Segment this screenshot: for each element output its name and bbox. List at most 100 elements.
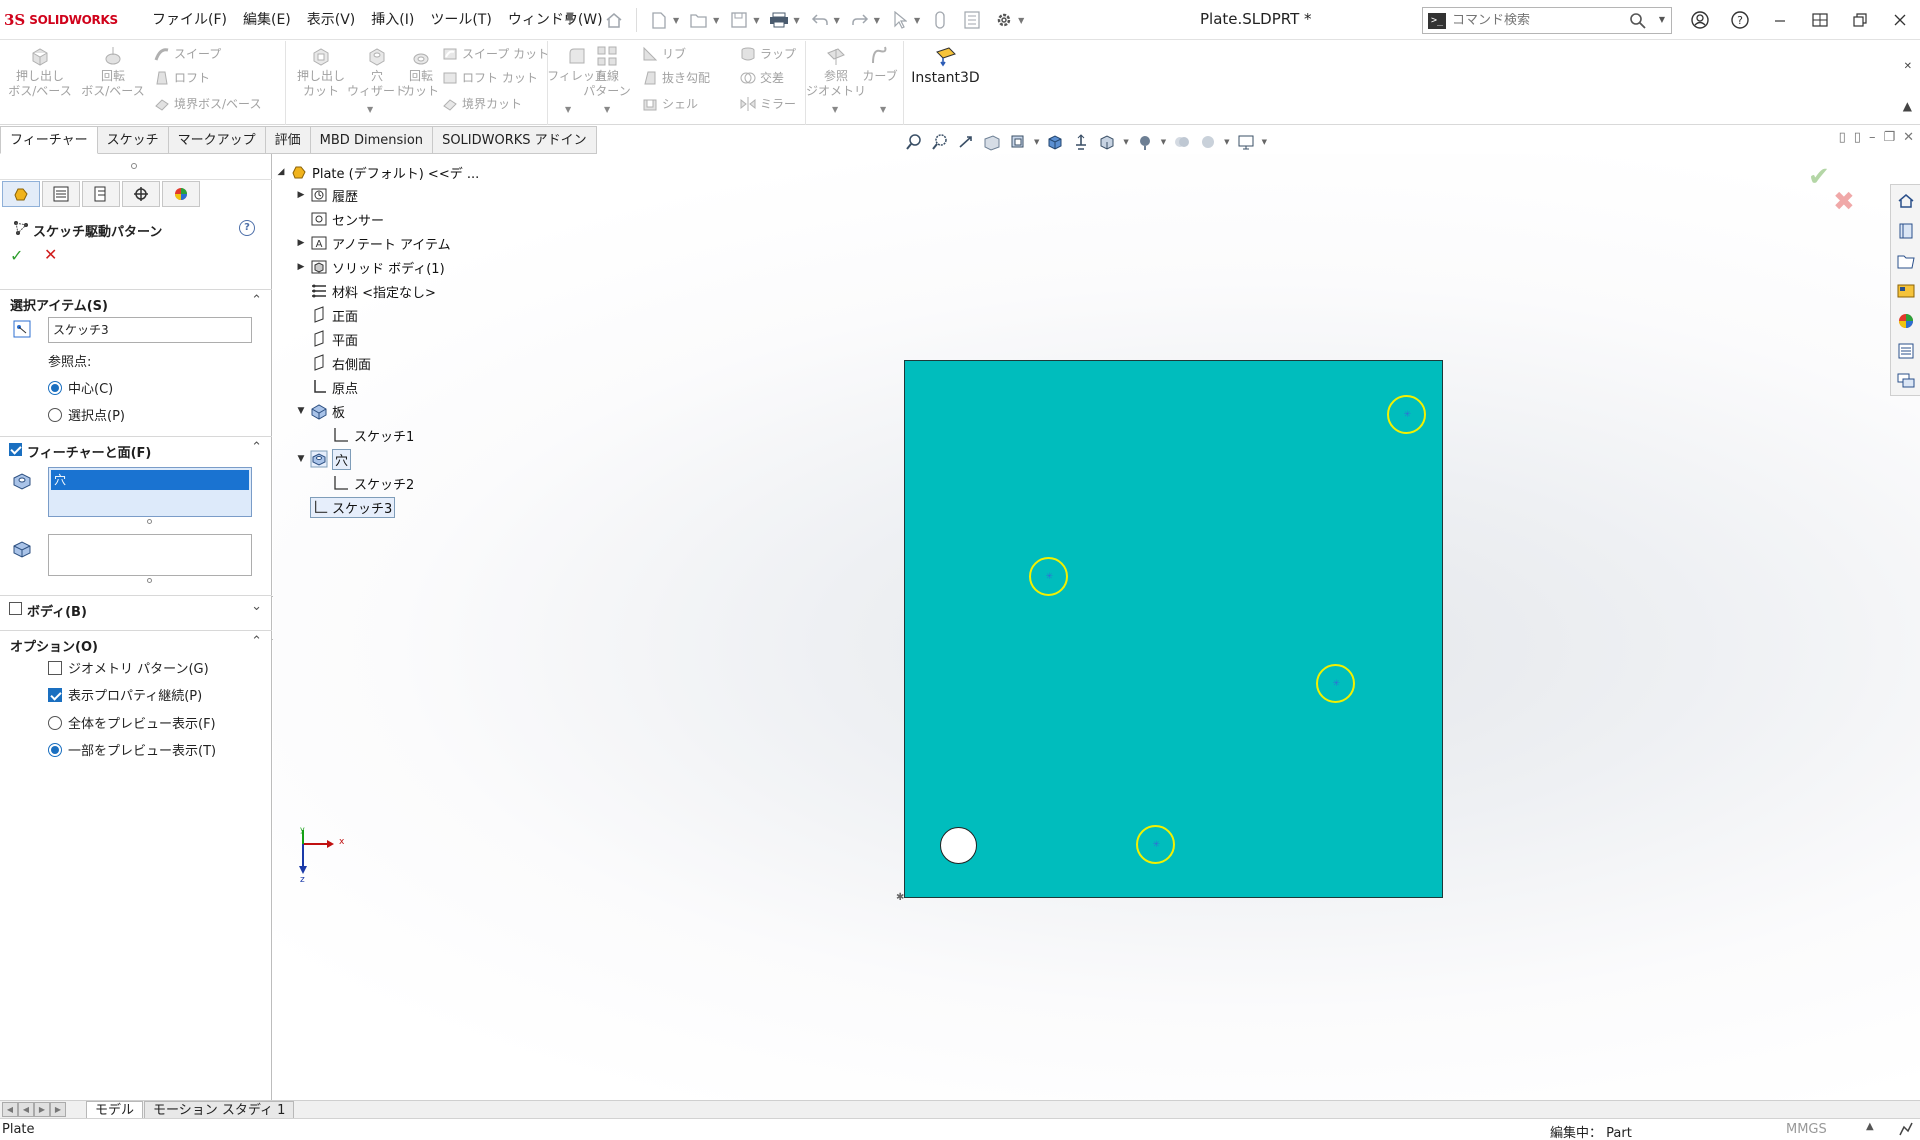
reference-sketch-field[interactable]: スケッチ3 bbox=[48, 317, 252, 343]
edit-appearance-icon[interactable] bbox=[1095, 131, 1119, 153]
solidworks-resources-icon[interactable] bbox=[1892, 187, 1920, 215]
save-icon[interactable] bbox=[725, 8, 753, 32]
faces-to-pattern-list[interactable] bbox=[48, 534, 252, 576]
chevron-down-icon[interactable]: ▼ bbox=[914, 16, 920, 25]
tab-sketch[interactable]: スケッチ bbox=[97, 126, 169, 154]
tree-item-origin[interactable]: 原点 bbox=[296, 377, 358, 397]
collapse-arrow-icon[interactable]: ▼ bbox=[296, 454, 306, 464]
radio-selected-point[interactable]: 選択点(P) bbox=[48, 405, 125, 424]
first-tab-icon[interactable]: ◀ bbox=[2, 1102, 18, 1117]
help-icon[interactable]: ? bbox=[239, 220, 255, 236]
tab-features[interactable]: フィーチャー bbox=[0, 126, 98, 154]
redo-icon[interactable] bbox=[846, 8, 874, 32]
ok-button[interactable]: ✓ bbox=[10, 246, 23, 265]
chevron-up-icon[interactable]: ✕ bbox=[1904, 61, 1912, 72]
section-bodies-header[interactable]: ボディ(B) ⌄ bbox=[0, 595, 272, 620]
tree-item-top-plane[interactable]: 平面 bbox=[296, 329, 358, 349]
chevron-down-icon[interactable]: ▼ bbox=[1034, 138, 1039, 146]
mirror-button[interactable]: ミラー bbox=[740, 93, 796, 115]
collapse-arrow-icon[interactable]: ◢ bbox=[276, 167, 286, 177]
section-view-icon[interactable] bbox=[980, 131, 1004, 153]
checkbox[interactable] bbox=[48, 660, 62, 675]
command-search-box[interactable]: >_ ▼ bbox=[1422, 7, 1672, 34]
zoom-to-area-icon[interactable] bbox=[928, 131, 952, 153]
chevron-down-icon[interactable]: ▼ bbox=[793, 16, 799, 25]
tree-item-history[interactable]: ▶ 履歴 bbox=[296, 185, 358, 205]
radio-button[interactable] bbox=[48, 715, 62, 730]
menu-tools[interactable]: ツール(T) bbox=[422, 0, 499, 40]
splitter-grip[interactable] bbox=[131, 163, 137, 169]
reference-geometry-button[interactable]: 参照 ジオメトリ bbox=[806, 45, 866, 99]
display-style-icon[interactable] bbox=[1043, 131, 1067, 153]
collapse-arrow-icon[interactable]: ▼ bbox=[296, 406, 306, 416]
expand-arrow-icon[interactable]: ▶ bbox=[296, 190, 306, 200]
chevron-down-icon[interactable]: ▼ bbox=[367, 105, 373, 114]
tree-item-solid-bodies[interactable]: ▶ ソリッド ボディ(1) bbox=[296, 257, 445, 277]
tree-item-sketch2[interactable]: スケッチ2 bbox=[318, 473, 414, 493]
pattern-preview-hole[interactable]: ✳ bbox=[1136, 825, 1175, 864]
file-explorer-icon[interactable] bbox=[1892, 247, 1920, 275]
select-cursor-icon[interactable] bbox=[886, 8, 914, 32]
features-to-pattern-list[interactable]: 穴 bbox=[48, 467, 252, 517]
section-selections-header[interactable]: 選択アイテム(S) ⌃ bbox=[0, 289, 272, 314]
geometry-pattern-option[interactable]: ジオメトリ パターン(G) bbox=[48, 658, 209, 677]
help-icon[interactable]: ? bbox=[1720, 0, 1760, 40]
collapse-ribbon-icon[interactable]: ▲ bbox=[1903, 99, 1912, 113]
new-document-icon[interactable] bbox=[645, 8, 673, 32]
tab-configuration-manager[interactable] bbox=[82, 181, 120, 207]
search-icon[interactable] bbox=[1629, 12, 1647, 30]
chevron-down-icon[interactable]: ▼ bbox=[1161, 138, 1166, 146]
list-item-hole[interactable]: 穴 bbox=[51, 470, 249, 490]
tab-model[interactable]: モデル bbox=[86, 1101, 144, 1119]
tree-item-sketch1[interactable]: スケッチ1 bbox=[318, 425, 414, 445]
chevron-down-icon[interactable]: ▼ bbox=[1018, 16, 1024, 25]
tree-item-annotations[interactable]: ▶ A アノテート アイテム bbox=[296, 233, 451, 253]
restore-icon[interactable]: ❐ bbox=[1883, 130, 1895, 145]
view-orientation-icon[interactable] bbox=[1006, 131, 1030, 153]
appearances-icon[interactable] bbox=[1892, 307, 1920, 335]
propagate-visual-option[interactable]: 表示プロパティ継続(P) bbox=[48, 685, 202, 704]
account-icon[interactable] bbox=[1680, 0, 1720, 40]
chevron-down-icon[interactable]: ▼ bbox=[874, 16, 880, 25]
intersect-button[interactable]: 交差 bbox=[740, 67, 784, 89]
menu-insert[interactable]: 挿入(I) bbox=[363, 0, 422, 40]
tab-display-manager[interactable] bbox=[162, 181, 200, 207]
bodies-checkbox[interactable] bbox=[9, 602, 22, 615]
tile-windows-icon[interactable] bbox=[1800, 0, 1840, 40]
revolve-boss-button[interactable]: 回転 ボス/ベース bbox=[78, 45, 148, 99]
chevron-down-icon[interactable]: ▼ bbox=[880, 105, 886, 114]
chevron-down-icon[interactable]: ⌄ bbox=[251, 599, 262, 614]
revolve-cut-button[interactable]: 回転 カット bbox=[396, 45, 446, 99]
full-preview-option[interactable]: 全体をプレビュー表示(F) bbox=[48, 713, 216, 732]
plate-model[interactable]: ✳ ✳ ✳ ✳ bbox=[904, 360, 1443, 898]
menu-view[interactable]: 表示(V) bbox=[299, 0, 364, 40]
file-properties-icon[interactable] bbox=[958, 8, 986, 32]
minimize-icon[interactable] bbox=[1760, 0, 1800, 40]
tree-root[interactable]: ◢ Plate (デフォルト) <<デ ... bbox=[276, 162, 479, 182]
tab-feature-manager[interactable] bbox=[2, 181, 40, 207]
sweep-cut-button[interactable]: スイープ カット bbox=[442, 43, 549, 65]
radio-centroid[interactable]: 中心(C) bbox=[48, 378, 113, 397]
partial-preview-option[interactable]: 一部をプレビュー表示(T) bbox=[48, 740, 216, 759]
extrude-boss-button[interactable]: 押し出し ボス/ベース bbox=[5, 45, 75, 99]
chevron-up-icon[interactable]: ▲ bbox=[1866, 1121, 1874, 1132]
search-input[interactable] bbox=[1452, 13, 1622, 28]
section-options-header[interactable]: オプション(O) ⌃ bbox=[0, 630, 272, 655]
status-units[interactable]: MMGS bbox=[1786, 1122, 1827, 1137]
next-tab-icon[interactable]: ▶ bbox=[34, 1102, 50, 1117]
draft-button[interactable]: 抜き勾配 bbox=[642, 67, 710, 89]
chevron-down-icon[interactable]: ▼ bbox=[565, 105, 571, 114]
previous-view-icon[interactable] bbox=[954, 131, 978, 153]
gear-icon[interactable] bbox=[990, 8, 1018, 32]
chevron-down-icon[interactable]: ▼ bbox=[834, 16, 840, 25]
menu-edit[interactable]: 編集(E) bbox=[235, 0, 299, 40]
pin-menu-icon[interactable] bbox=[563, 12, 579, 28]
tab-dimxpert-manager[interactable] bbox=[122, 181, 160, 207]
tree-item-sketch3[interactable]: スケッチ3 bbox=[296, 496, 396, 518]
forum-icon[interactable] bbox=[1892, 367, 1920, 395]
chevron-down-icon[interactable]: ▼ bbox=[713, 16, 719, 25]
chevron-down-icon[interactable]: ▼ bbox=[604, 105, 610, 114]
monitor-icon[interactable] bbox=[1234, 131, 1258, 153]
close-icon[interactable]: ✕ bbox=[1903, 130, 1914, 145]
custom-properties-icon[interactable] bbox=[1892, 337, 1920, 365]
